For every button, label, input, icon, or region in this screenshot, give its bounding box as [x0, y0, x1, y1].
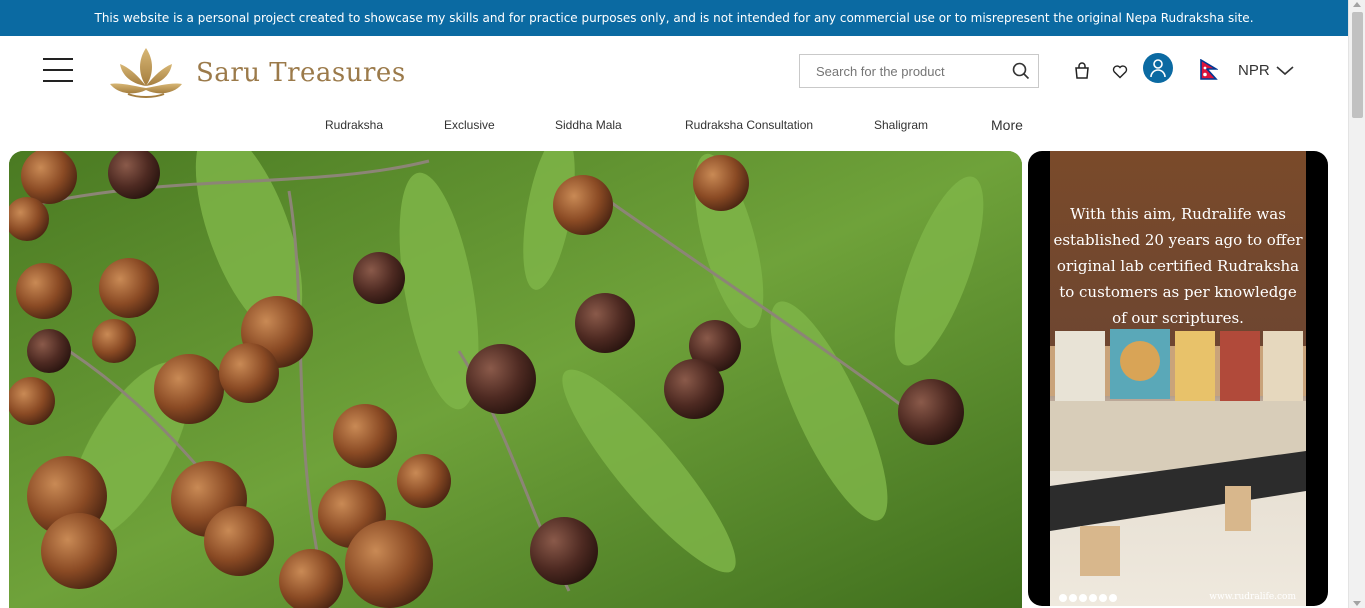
- scroll-thumb[interactable]: [1352, 12, 1363, 118]
- menu-icon[interactable]: [43, 58, 73, 82]
- main-nav: Rudraksha Exclusive Siddha Mala Rudraksh…: [0, 117, 1348, 136]
- lotus-logo-icon: [110, 48, 182, 98]
- nav-item-exclusive[interactable]: Exclusive: [444, 118, 495, 132]
- promo-side-image[interactable]: With this aim, Rudralife was established…: [1028, 151, 1328, 606]
- facebook-icon: [1059, 594, 1067, 602]
- logo-text: Saru Treasures: [196, 58, 406, 88]
- search-icon[interactable]: [1012, 62, 1030, 80]
- heart-icon[interactable]: [1112, 64, 1128, 79]
- user-icon[interactable]: [1143, 53, 1173, 83]
- scroll-down-icon[interactable]: [1353, 601, 1361, 606]
- search-bar[interactable]: [799, 54, 1039, 88]
- nav-item-shaligram[interactable]: Shaligram: [874, 118, 928, 132]
- hero-banner-image[interactable]: [9, 151, 1022, 608]
- search-input[interactable]: [814, 62, 1008, 80]
- nepal-flag-icon[interactable]: [1200, 59, 1218, 81]
- disclaimer-text: This website is a personal project creat…: [94, 11, 1254, 25]
- nav-item-siddha-mala[interactable]: Siddha Mala: [555, 118, 622, 132]
- twitter-icon: [1079, 594, 1087, 602]
- cart-icon[interactable]: [1073, 62, 1091, 80]
- nav-item-rudraksha[interactable]: Rudraksha: [325, 118, 383, 132]
- linkedin-icon: [1069, 594, 1077, 602]
- currency-selector[interactable]: NPR: [1238, 62, 1294, 79]
- scroll-up-icon[interactable]: [1353, 2, 1361, 7]
- page-scrollbar[interactable]: [1348, 0, 1365, 608]
- youtube-icon: [1089, 594, 1097, 602]
- instagram-icon: [1099, 594, 1107, 602]
- site-logo[interactable]: Saru Treasures: [108, 46, 406, 100]
- promo-url: www.rudralife.com: [1209, 592, 1296, 602]
- currency-label: NPR: [1238, 62, 1270, 79]
- chevron-down-icon: [1276, 65, 1294, 75]
- pinterest-icon: [1109, 594, 1117, 602]
- social-icons: [1059, 594, 1117, 602]
- promo-caption: With this aim, Rudralife was established…: [1053, 205, 1303, 327]
- nav-item-more[interactable]: More: [991, 117, 1023, 133]
- disclaimer-banner: This website is a personal project creat…: [0, 0, 1348, 36]
- nav-item-rudraksha-consultation[interactable]: Rudraksha Consultation: [685, 118, 813, 132]
